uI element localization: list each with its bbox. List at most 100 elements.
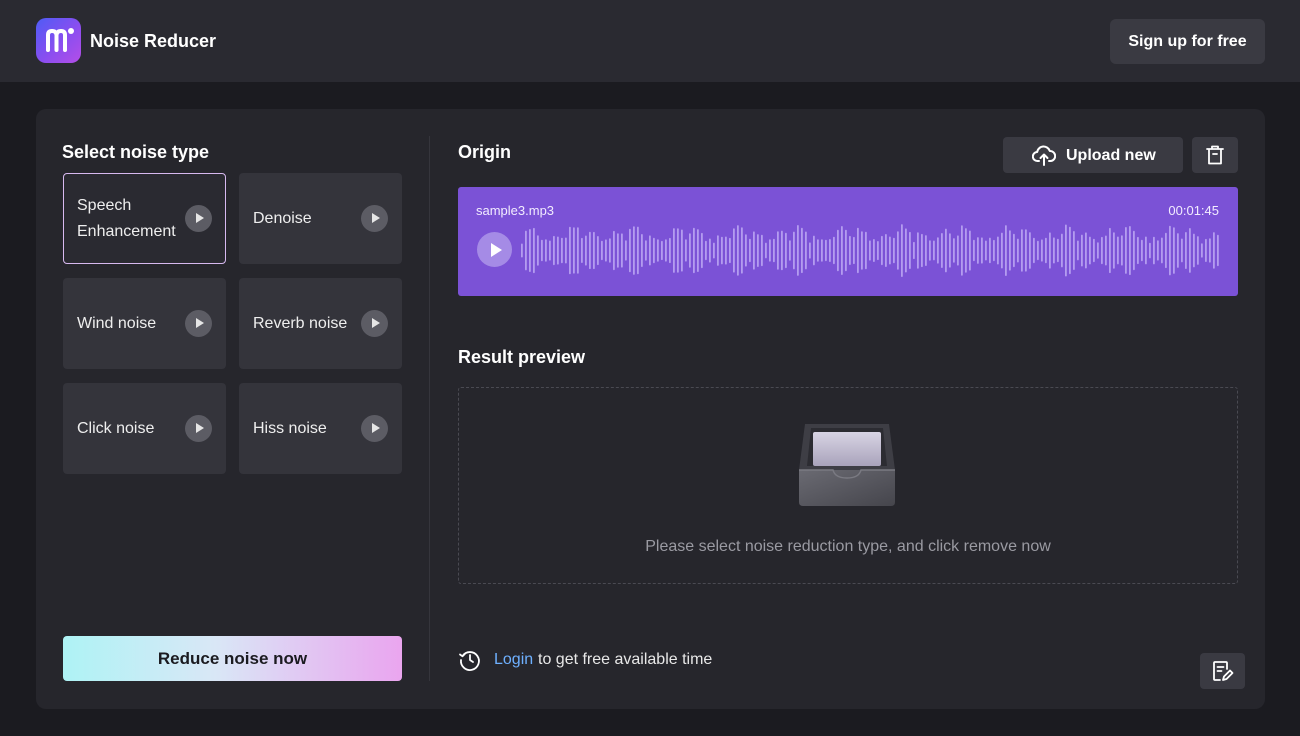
upload-new-label: Upload new: [1066, 147, 1156, 164]
noise-option-denoise[interactable]: Denoise: [239, 173, 402, 264]
sign-up-button[interactable]: Sign up for free: [1110, 19, 1265, 64]
waveform-bar: [649, 235, 651, 266]
audio-duration: 00:01:45: [1168, 203, 1219, 218]
noise-type-title: Select noise type: [62, 142, 210, 162]
waveform-bar: [1173, 227, 1175, 274]
noise-option-speech-enhancement[interactable]: Speech Enhancement: [63, 173, 226, 264]
waveform-bar: [1065, 224, 1067, 277]
waveform-bar: [921, 233, 923, 268]
audio-waveform[interactable]: [521, 223, 1221, 278]
waveform-bar: [533, 227, 535, 274]
origin-audio-player: sample3.mp3 00:01:45: [458, 187, 1238, 296]
waveform-bar: [709, 238, 711, 263]
waveform-bar: [1081, 234, 1083, 267]
waveform-bar: [677, 228, 679, 273]
waveform-bar: [1193, 233, 1195, 268]
login-link[interactable]: Login: [494, 651, 533, 669]
waveform-bar: [905, 228, 907, 273]
waveform-bar: [589, 231, 591, 270]
waveform-bar: [721, 236, 723, 265]
waveform-bar: [841, 226, 843, 275]
waveform-bar: [993, 239, 995, 262]
feedback-button[interactable]: [1200, 653, 1245, 689]
waveform-bar: [573, 227, 575, 274]
waveform-bar: [725, 236, 727, 265]
waveform-bar: [1033, 237, 1035, 264]
waveform-bar: [701, 232, 703, 269]
waveform-bar: [1097, 242, 1099, 259]
waveform-bar: [777, 231, 779, 270]
waveform-bar: [1005, 225, 1007, 276]
waveform-bar: [1109, 227, 1111, 274]
waveform-bar: [681, 229, 683, 272]
waveform-bar: [1069, 226, 1071, 275]
noise-option-reverb-noise[interactable]: Reverb noise: [239, 278, 402, 369]
waveform-bar: [553, 235, 555, 266]
waveform-bar: [745, 234, 747, 267]
waveform-bar: [697, 229, 699, 272]
panel-divider: [429, 136, 430, 681]
noise-option-hiss-noise[interactable]: Hiss noise: [239, 383, 402, 474]
waveform-bar: [869, 240, 871, 261]
waveform-bar: [557, 236, 559, 265]
app-logo-icon[interactable]: [36, 18, 81, 63]
noise-option-wind-noise[interactable]: Wind noise: [63, 278, 226, 369]
waveform-bar: [877, 241, 879, 261]
waveform-bar: [757, 234, 759, 267]
waveform-bar: [885, 234, 887, 267]
waveform-bar: [957, 235, 959, 266]
waveform-bar: [1201, 243, 1203, 258]
waveform-bar: [1101, 236, 1103, 265]
origin-title: Origin: [458, 142, 511, 162]
waveform-bar: [1105, 235, 1107, 266]
waveform-bar: [617, 233, 619, 268]
feedback-edit-icon: [1213, 661, 1234, 681]
waveform-bar: [1057, 238, 1059, 263]
waveform-bar: [953, 238, 955, 263]
waveform-bar: [537, 235, 539, 266]
waveform-bar: [693, 227, 695, 274]
waveform-bar: [605, 239, 607, 262]
waveform-bar: [965, 228, 967, 273]
result-empty-message: Please select noise reduction type, and …: [645, 538, 1051, 555]
waveform-bar: [937, 237, 939, 264]
upload-new-button[interactable]: Upload new: [1003, 137, 1183, 173]
waveform-bar: [853, 236, 855, 265]
waveform-bar: [1077, 240, 1079, 261]
waveform-bar: [673, 228, 675, 273]
waveform-bar: [873, 239, 875, 262]
play-icon[interactable]: [185, 415, 212, 442]
waveform-bar: [793, 231, 795, 270]
play-icon[interactable]: [361, 205, 388, 232]
noise-option-click-noise[interactable]: Click noise: [63, 383, 226, 474]
waveform-bar: [645, 240, 647, 261]
waveform-bar: [657, 239, 659, 262]
waveform-bar: [857, 227, 859, 274]
trash-icon: [1206, 145, 1224, 165]
play-button[interactable]: [477, 232, 512, 267]
delete-button[interactable]: [1192, 137, 1238, 173]
play-icon[interactable]: [185, 310, 212, 337]
play-icon[interactable]: [185, 205, 212, 232]
waveform-bar: [901, 224, 903, 277]
app-title: Noise Reducer: [90, 31, 217, 51]
waveform-bar: [637, 226, 639, 275]
waveform-bar: [881, 235, 883, 266]
waveform-bar: [1181, 238, 1183, 263]
waveform-bar: [833, 236, 835, 265]
reduce-noise-button[interactable]: Reduce noise now: [63, 636, 402, 681]
waveform-bar: [1029, 232, 1031, 269]
waveform-bar: [969, 230, 971, 271]
play-icon[interactable]: [361, 415, 388, 442]
waveform-bar: [1021, 229, 1023, 272]
waveform-bar: [1169, 225, 1171, 276]
noise-option-label: Reverb noise: [253, 314, 348, 332]
waveform-bar: [817, 239, 819, 262]
play-icon[interactable]: [361, 310, 388, 337]
waveform-bar: [1045, 237, 1047, 264]
waveform-bar: [985, 240, 987, 261]
waveform-bar: [989, 237, 991, 264]
cloud-upload-icon: [1032, 145, 1056, 166]
waveform-bar: [889, 236, 891, 265]
waveform-bar: [577, 227, 579, 274]
